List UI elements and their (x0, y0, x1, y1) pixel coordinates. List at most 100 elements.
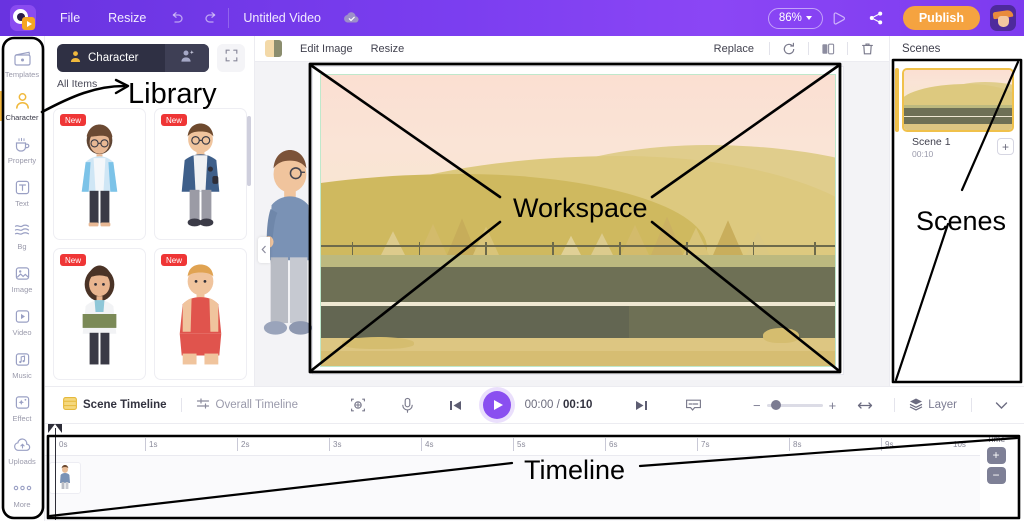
cloud-saved-icon (335, 0, 369, 36)
play-button[interactable] (482, 391, 511, 419)
character-thumb-1 (81, 124, 118, 227)
filter-all-items[interactable]: All Items (57, 78, 97, 90)
app-logo[interactable] (0, 0, 46, 36)
scene-thumbnail-1[interactable] (902, 68, 1014, 132)
fit-width-icon[interactable] (850, 390, 880, 420)
publish-button[interactable]: Publish (902, 6, 980, 30)
sidebar-item-uploads[interactable]: Uploads (0, 429, 45, 472)
timeline-zoom-slider[interactable]: − + (753, 399, 836, 412)
timeline-track-area[interactable] (45, 456, 980, 521)
sidebar-label-effect: Effect (12, 413, 32, 423)
sidebar-item-music[interactable]: Music (0, 343, 45, 386)
canvas-frame[interactable] (313, 67, 843, 374)
sidebar-item-bg[interactable]: Bg (0, 214, 45, 257)
subtitle-icon[interactable] (678, 390, 708, 420)
timeline-tick: 6s (605, 438, 617, 451)
chevron-left-icon (261, 241, 267, 259)
timeline-zoom-out-button[interactable]: − (986, 467, 1006, 484)
trash-icon[interactable] (855, 37, 879, 61)
playback-time: 00:00 / 00:10 (525, 399, 593, 411)
zoom-in-button[interactable]: + (829, 399, 837, 412)
preview-play-icon[interactable] (823, 0, 857, 36)
zoom-out-button[interactable]: − (753, 399, 761, 412)
redo-icon[interactable] (194, 0, 228, 36)
timeline-ruler[interactable]: 0s 1s 2s 3s 4s 5s 6s 7s 8s 9s 10s (45, 434, 980, 456)
chevron-down-icon[interactable] (986, 390, 1016, 420)
sidebar-item-property[interactable]: Property (0, 128, 45, 171)
video-icon (14, 307, 31, 326)
property-icon (13, 135, 32, 154)
scene-selected-indicator (895, 68, 899, 132)
flip-icon[interactable] (816, 37, 840, 61)
scenes-panel: Scenes Scene 1 00:10 + (889, 36, 1024, 386)
resize-menu[interactable]: Resize (94, 0, 160, 36)
layer-button[interactable]: Layer (909, 397, 957, 414)
sidebar-item-video[interactable]: Video (0, 300, 45, 343)
character-grid: New New New New (53, 108, 247, 380)
zoom-level-control[interactable]: 86% (767, 7, 823, 29)
timeline-zoom-in-button[interactable]: + (986, 447, 1006, 464)
new-badge: New (60, 114, 87, 126)
scene-duration-1: 00:10 (912, 149, 934, 159)
add-scene-button[interactable]: + (997, 138, 1014, 155)
effect-icon (14, 393, 31, 412)
microphone-icon[interactable] (393, 390, 423, 420)
time-separator: / (556, 399, 560, 411)
person-plus-icon (180, 49, 195, 68)
create-character-button[interactable] (165, 44, 209, 72)
undo-icon[interactable] (160, 0, 194, 36)
zoom-slider-track[interactable] (766, 400, 823, 410)
scene-road-upper (321, 267, 835, 302)
project-title[interactable]: Untitled Video (229, 0, 335, 36)
templates-icon (13, 49, 32, 68)
timeline-playhead[interactable] (48, 424, 62, 520)
replace-button[interactable]: Replace (706, 43, 762, 55)
scene-bush-right (763, 328, 800, 343)
timeline-clip-character[interactable] (49, 462, 81, 494)
tab-overall-timeline-label: Overall Timeline (215, 399, 298, 411)
playback-toolbar: Scene Timeline Overall Timeline 00:00 / … (45, 386, 1024, 424)
timeline-panel: 0s 1s 2s 3s 4s 5s 6s 7s 8s 9s 10s Time +… (45, 424, 1024, 521)
sidebar-label-uploads: Uploads (8, 456, 36, 466)
camera-focus-icon[interactable] (343, 390, 373, 420)
library-scrollbar[interactable] (247, 116, 251, 186)
stage-prev-arrow[interactable] (258, 237, 270, 263)
reset-icon[interactable] (777, 37, 801, 61)
total-time: 00:10 (563, 399, 593, 411)
sidebar-item-text[interactable]: Text (0, 171, 45, 214)
sidebar-label-property: Property (7, 155, 37, 165)
new-badge: New (60, 254, 87, 266)
user-avatar[interactable] (990, 5, 1016, 31)
resize-button[interactable]: Resize (363, 43, 413, 55)
scene-timeline-icon (63, 397, 77, 413)
edit-image-button[interactable]: Edit Image (292, 43, 361, 55)
sidebar-item-more[interactable]: More (0, 472, 45, 515)
tab-scene-timeline[interactable]: Scene Timeline (63, 397, 167, 413)
scene-artboard[interactable] (320, 74, 836, 367)
background-icon (13, 221, 31, 240)
sidebar-item-character[interactable]: Character (0, 85, 45, 128)
zoom-slider-knob[interactable] (770, 400, 781, 410)
left-sidebar: Templates Character Property Text Bg Ima… (0, 36, 45, 521)
share-icon[interactable] (859, 0, 893, 36)
tab-overall-timeline[interactable]: Overall Timeline (196, 397, 298, 413)
skip-next-icon[interactable] (626, 390, 656, 420)
timeline-tick: 5s (513, 438, 525, 451)
file-menu[interactable]: File (46, 0, 94, 36)
canvas-stage[interactable] (255, 62, 889, 386)
sidebar-item-effect[interactable]: Effect (0, 386, 45, 429)
sidebar-label-templates: Templates (4, 69, 40, 79)
sidebar-item-templates[interactable]: Templates (0, 42, 45, 85)
image-icon (14, 264, 31, 283)
skip-previous-icon[interactable] (441, 390, 471, 420)
scene-road-shadow (321, 306, 630, 339)
character-card-3[interactable]: New (53, 248, 146, 380)
expand-library-button[interactable] (217, 44, 245, 72)
character-card-4[interactable]: New (154, 248, 247, 380)
character-card-1[interactable]: New (53, 108, 146, 240)
layers-icon (909, 397, 923, 414)
character-card-2[interactable]: New (154, 108, 247, 240)
sidebar-item-image[interactable]: Image (0, 257, 45, 300)
tab-character[interactable]: Character (57, 44, 165, 72)
timeline-tick: 2s (237, 438, 249, 451)
